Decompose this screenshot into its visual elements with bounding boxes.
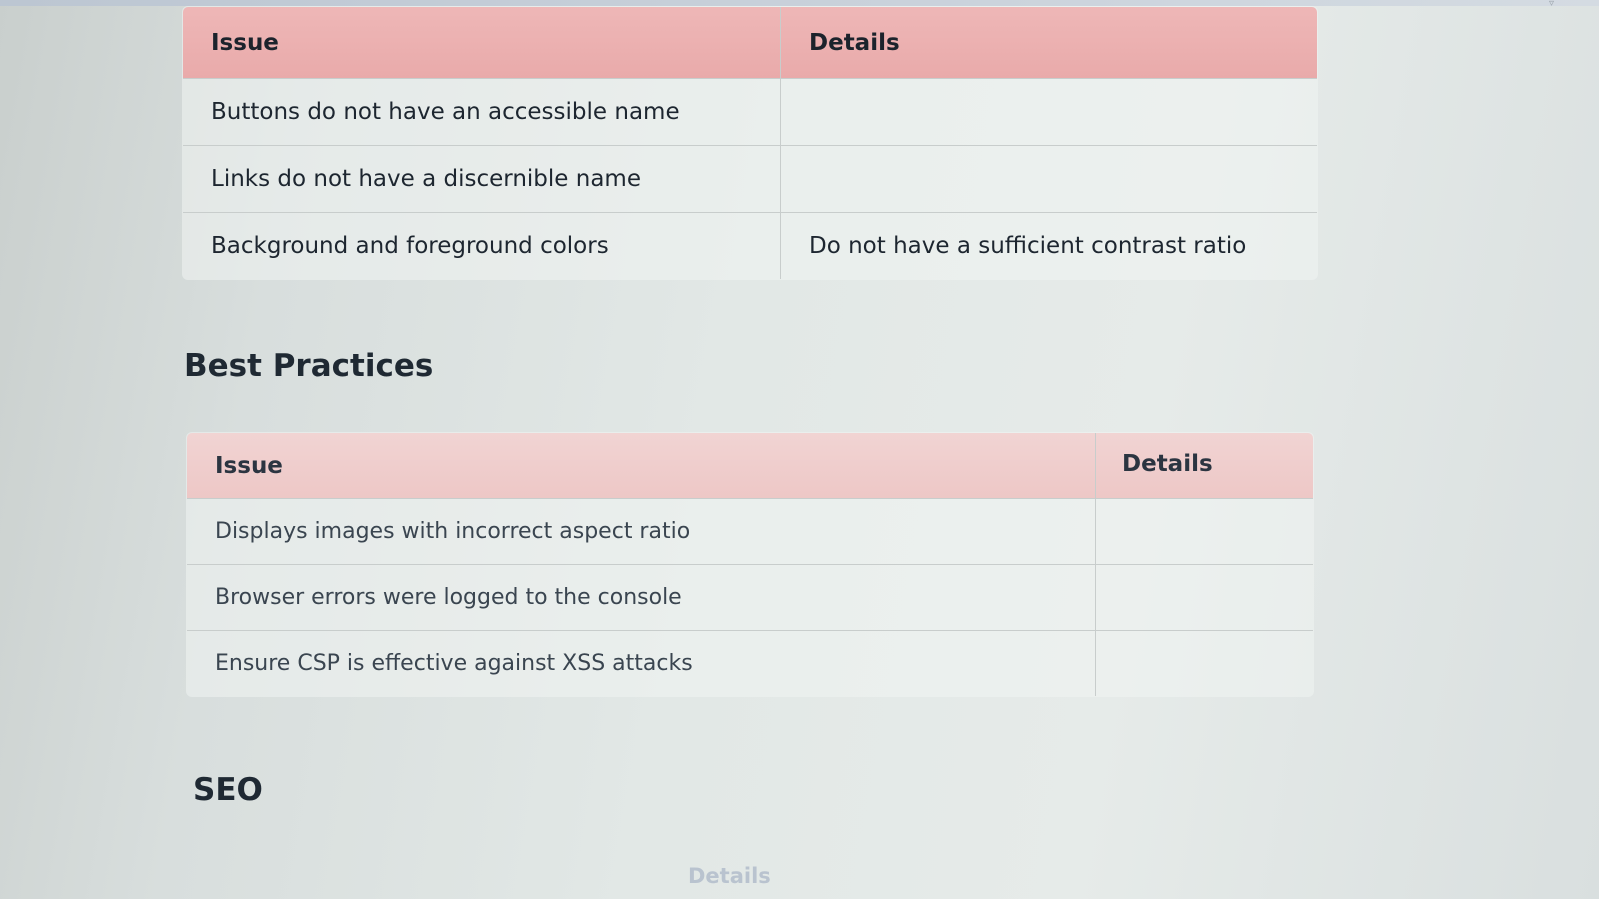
details-cell: [1095, 564, 1313, 631]
table-row: Background and foreground colors Do not …: [183, 212, 1317, 279]
details-cell: [1095, 498, 1313, 565]
issue-column-header: Issue: [187, 433, 1096, 499]
details-cell: Do not have a sufficient contrast ratio: [780, 212, 1317, 279]
table-header-row: Issue Details: [187, 433, 1313, 499]
bookmark-icon[interactable]: ▿: [1549, 0, 1565, 9]
details-cell: [780, 145, 1317, 213]
best-practices-table: Issue Details Displays images with incor…: [186, 432, 1314, 697]
details-cell: [1095, 630, 1313, 696]
issue-cell: Buttons do not have an accessible name: [183, 78, 781, 146]
accessibility-issues-table: Issue Details Buttons do not have an acc…: [182, 6, 1318, 280]
issue-column-header: Issue: [183, 7, 781, 79]
seo-heading: SEO: [193, 772, 263, 808]
table-row: Displays images with incorrect aspect ra…: [187, 498, 1313, 565]
table-row: Buttons do not have an accessible name: [183, 78, 1317, 146]
table-header-row: Issue Details: [183, 7, 1317, 79]
details-column-header: Details: [780, 7, 1317, 79]
table-row: Links do not have a discernible name: [183, 145, 1317, 213]
issue-cell: Links do not have a discernible name: [183, 145, 781, 213]
best-practices-heading: Best Practices: [184, 348, 434, 384]
details-column-header: Details: [1095, 433, 1313, 499]
issue-cell: Browser errors were logged to the consol…: [187, 564, 1096, 631]
seo-table-details-header-partial: Details: [688, 864, 771, 888]
table-row: Browser errors were logged to the consol…: [187, 564, 1313, 631]
issue-cell: Displays images with incorrect aspect ra…: [187, 498, 1096, 565]
details-cell: [780, 78, 1317, 146]
issue-cell: Ensure CSP is effective against XSS atta…: [215, 651, 693, 676]
table-row: Ensure CSP is effective against XSS atta…: [187, 630, 1313, 696]
issue-cell: Background and foreground colors: [211, 233, 609, 259]
